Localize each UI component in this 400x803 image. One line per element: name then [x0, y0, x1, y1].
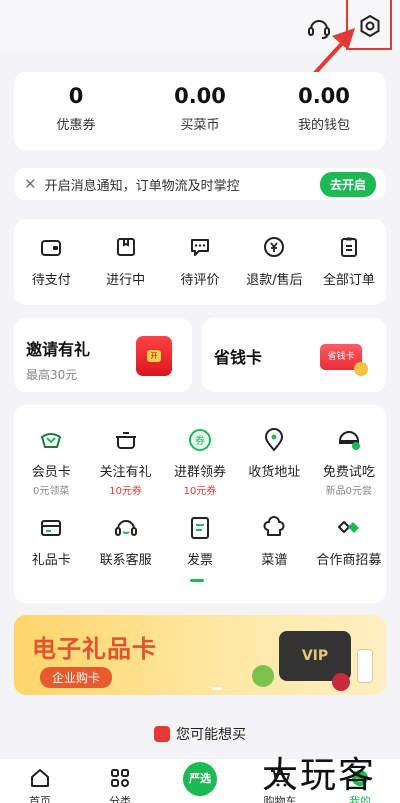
recommendations-title: 您可能想买	[176, 727, 246, 743]
service-label: 进群领券	[174, 465, 227, 480]
coin-icon	[354, 362, 368, 376]
order-label: 退款/售后	[246, 273, 303, 288]
svg-text:券: 券	[195, 434, 205, 447]
order-label: 进行中	[106, 273, 146, 288]
tab-label: 首页	[29, 795, 51, 803]
service-contact[interactable]: 联系客服	[88, 515, 162, 568]
comment-icon	[191, 239, 210, 256]
tab-label: 分类	[109, 795, 131, 803]
order-label: 全部订单	[322, 273, 375, 288]
service-label: 合作商招募	[316, 553, 382, 568]
service-invoice[interactable]: 发票	[163, 515, 237, 568]
red-envelope-icon: 开	[136, 336, 172, 376]
service-sub: 10元券	[183, 486, 217, 497]
service-sub: 0元领菜	[33, 486, 70, 497]
service-sub: 新品0元尝	[325, 486, 373, 497]
location-icon	[265, 428, 284, 452]
service-label: 菜谱	[261, 553, 288, 568]
taste-icon	[338, 431, 360, 450]
account-stats-card: 0 优惠券 0.00 买菜币 0.00 我的钱包	[14, 72, 386, 150]
stat-value: 0	[68, 84, 84, 108]
settings-highlight-box	[346, 0, 392, 50]
stat-coins[interactable]: 0.00 买菜币	[138, 72, 262, 150]
top-bar	[0, 0, 400, 52]
wallet-icon	[41, 240, 62, 256]
service-recipes[interactable]: 菜谱	[237, 515, 311, 568]
notification-banner: ✕ 开启消息通知，订单物流及时掌控 去开启	[14, 168, 386, 200]
tab-category[interactable]: 分类	[80, 759, 160, 803]
invite-promo-card[interactable]: 邀请有礼 最高30元 开	[14, 318, 192, 392]
recommendations-header: 您可能想买	[0, 724, 400, 744]
page-indicator	[190, 579, 204, 582]
order-label: 待支付	[31, 273, 71, 288]
carousel-indicator	[212, 687, 222, 690]
order-pending-payment[interactable]: 待支付	[14, 235, 88, 305]
service-label: 礼品卡	[31, 553, 71, 568]
stat-value: 0.00	[174, 84, 226, 108]
services-row: 会员卡 0元领菜 关注有礼 10元券 券 进群领券 10元券 收货地址 免费试吃…	[14, 427, 386, 497]
bag-icon	[154, 726, 170, 742]
handshake-icon	[337, 521, 359, 533]
orders-card: 待支付 进行中 待评价 退款/售后 全部订单	[14, 219, 386, 305]
red-envelope-seal: 开	[147, 350, 161, 362]
pot-icon	[115, 432, 136, 449]
stat-value: 0.00	[298, 84, 350, 108]
tab-home[interactable]: 首页	[0, 759, 80, 803]
clipboard-icon	[340, 237, 357, 257]
save-card-icon: 省钱卡	[320, 344, 368, 376]
service-free-taste[interactable]: 免费试吃 新品0元尝	[312, 427, 386, 497]
tab-selection[interactable]: 严选	[160, 759, 240, 803]
member-icon	[41, 433, 62, 448]
invoice-icon	[191, 517, 210, 539]
order-all[interactable]: 全部订单	[312, 235, 386, 305]
banner-title: 电子礼品卡	[32, 635, 157, 663]
stat-label: 我的钱包	[297, 118, 350, 133]
service-follow[interactable]: 关注有礼 10元券	[88, 427, 162, 497]
notification-text: 开启消息通知，订单物流及时掌控	[44, 178, 240, 194]
fruit-icon	[252, 665, 274, 687]
save-card-badge: 省钱卡	[327, 352, 355, 362]
services-grid: 会员卡 0元领菜 关注有礼 10元券 券 进群领券 10元券 收货地址 免费试吃…	[14, 405, 386, 603]
headset-icon	[114, 520, 137, 536]
services-row: 礼品卡 联系客服 发票 菜谱 合作商招募	[14, 515, 386, 568]
service-address[interactable]: 收货地址	[237, 427, 311, 497]
category-icon	[111, 769, 129, 787]
stat-wallet[interactable]: 0.00 我的钱包	[262, 72, 386, 150]
banner-tag[interactable]: 企业购卡	[40, 667, 113, 688]
service-label: 免费试吃	[322, 465, 375, 480]
order-refund[interactable]: 退款/售后	[237, 235, 311, 305]
coupon-icon: 券	[189, 429, 212, 451]
close-icon[interactable]: ✕	[24, 175, 37, 193]
order-to-review[interactable]: 待评价	[163, 235, 237, 305]
customer-service-icon[interactable]	[305, 14, 333, 42]
gift-card-banner[interactable]: 电子礼品卡 企业购卡 VIP	[14, 615, 386, 695]
order-label: 待评价	[180, 273, 220, 288]
settings-gear-icon[interactable]	[358, 14, 382, 38]
service-label: 收货地址	[248, 465, 301, 480]
service-join-group[interactable]: 券 进群领券 10元券	[163, 427, 237, 497]
refund-icon	[264, 237, 285, 257]
home-icon	[31, 769, 49, 787]
save-card-promo[interactable]: 省钱卡 省钱卡	[202, 318, 386, 392]
service-label: 联系客服	[99, 553, 152, 568]
chef-icon	[263, 516, 285, 536]
service-sub: 10元券	[109, 486, 142, 497]
milk-icon	[357, 649, 373, 683]
stat-label: 优惠券	[56, 118, 96, 133]
giftcard-icon	[41, 520, 62, 536]
selection-tab-label: 严选	[183, 762, 217, 796]
watermark: 大玩客	[262, 755, 377, 796]
enable-notification-button[interactable]: 去开启	[319, 171, 376, 197]
service-gift-card[interactable]: 礼品卡	[14, 515, 88, 568]
package-icon	[116, 238, 135, 256]
cherry-icon	[332, 673, 350, 691]
service-label: 关注有礼	[99, 465, 152, 480]
stat-coupons[interactable]: 0 优惠券	[14, 72, 138, 150]
stat-label: 买菜币	[180, 118, 220, 133]
service-member-card[interactable]: 会员卡 0元领菜	[14, 427, 88, 497]
service-label: 发票	[187, 553, 214, 568]
service-label: 会员卡	[31, 465, 71, 480]
order-in-progress[interactable]: 进行中	[88, 235, 162, 305]
service-partner[interactable]: 合作商招募	[312, 515, 386, 568]
